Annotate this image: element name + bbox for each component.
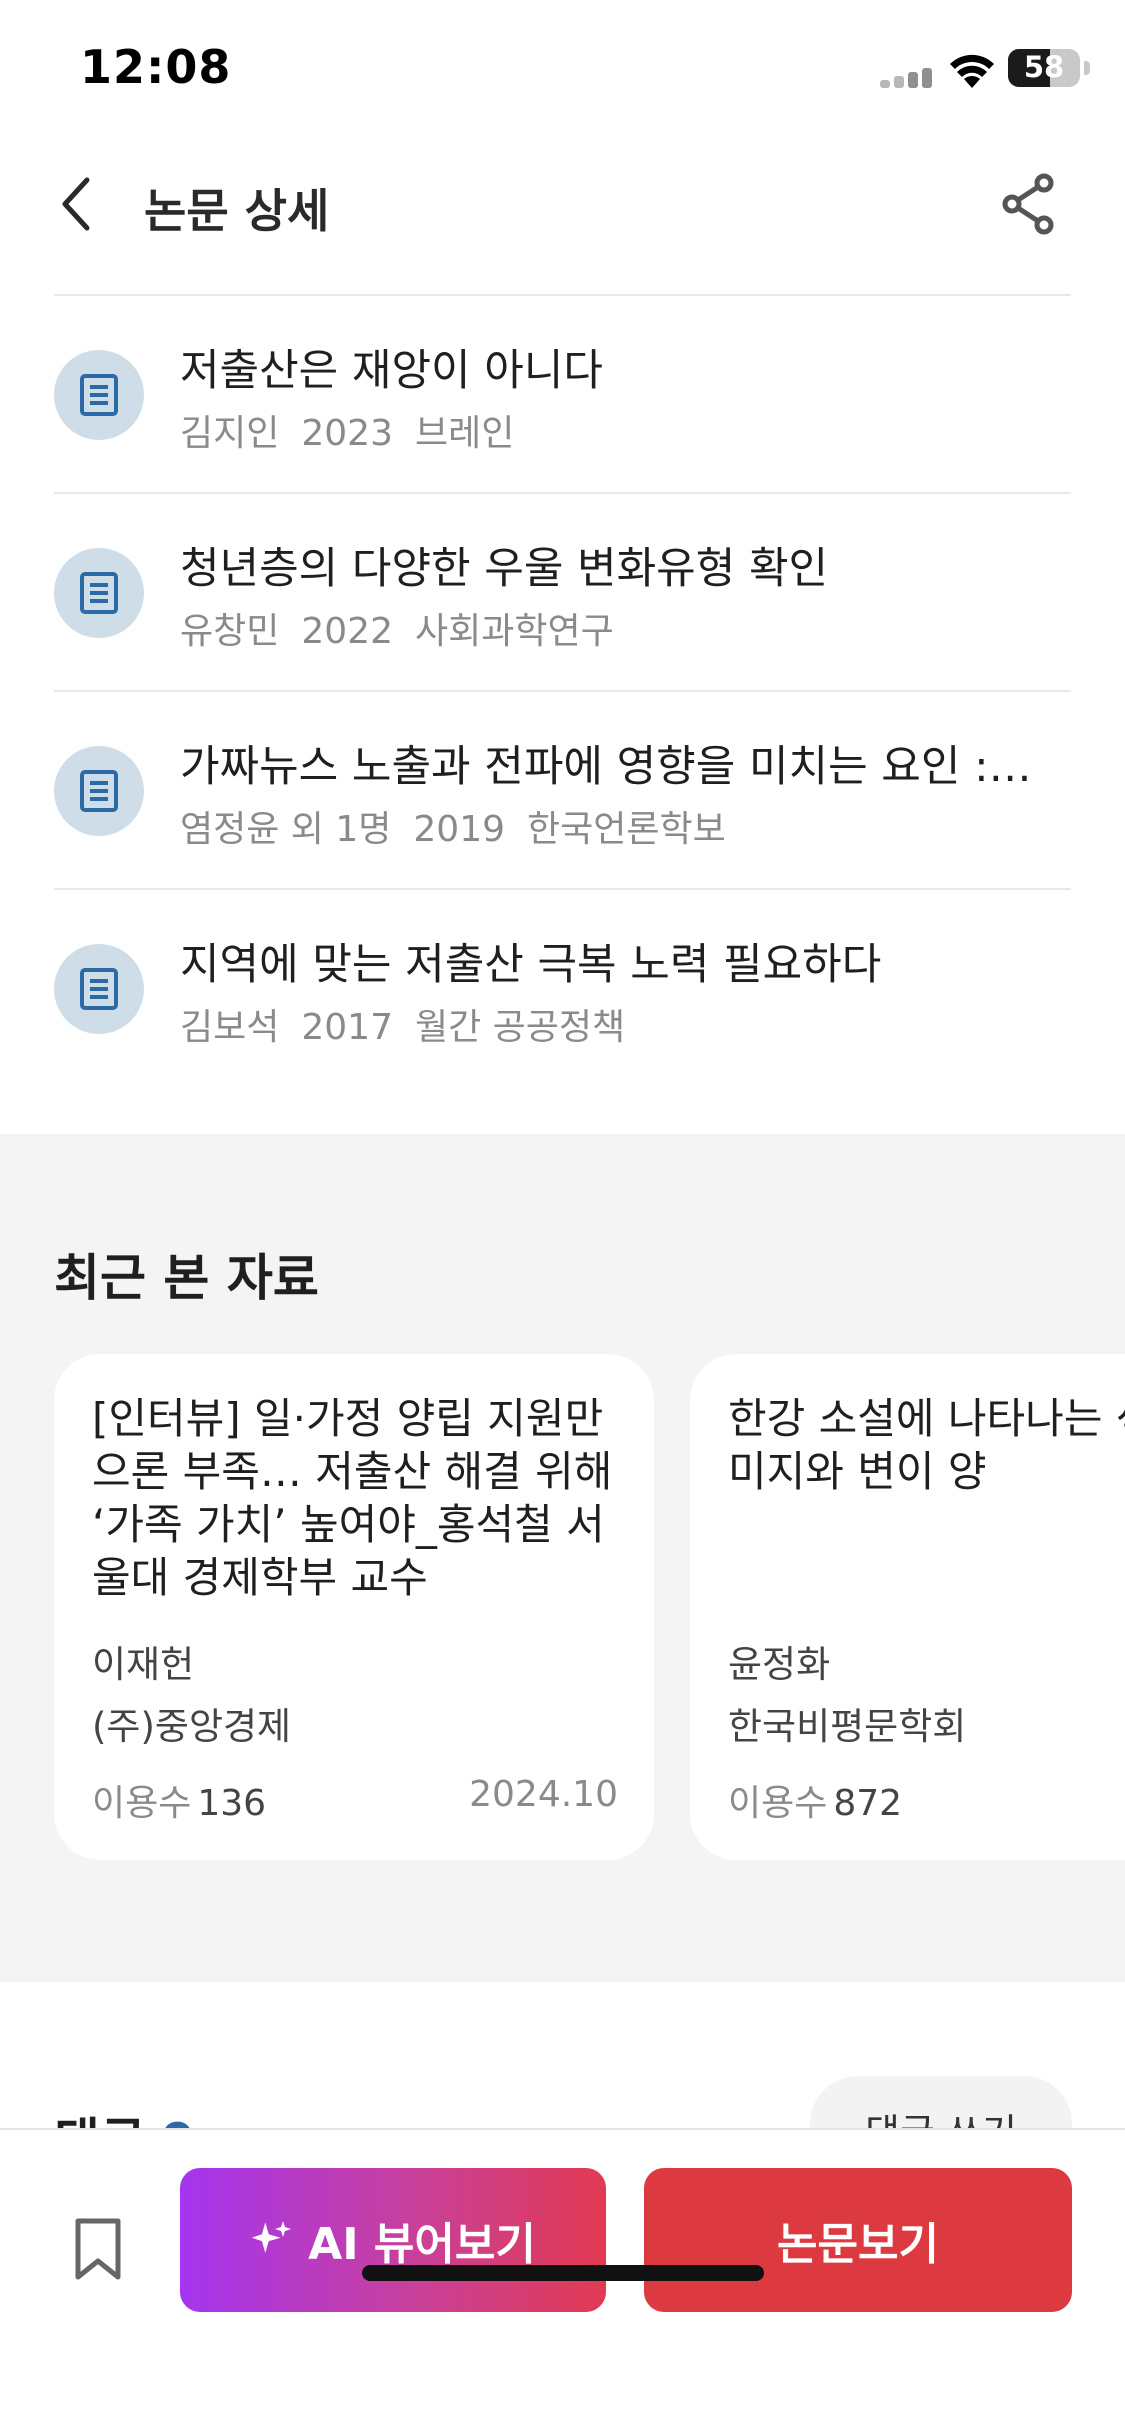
- bookmark-button[interactable]: [60, 2204, 136, 2294]
- related-meta: 김보석 2017 월간 공공정책: [180, 998, 647, 1050]
- card-title: [인터뷰] 일·가정 양립 지원만으론 부족… 저출산 해결 위해 ‘가족 가치…: [92, 1394, 613, 1602]
- related-publisher: 브레인: [415, 413, 515, 454]
- related-author: 김지인: [180, 413, 280, 454]
- write-comment-button[interactable]: 댓글 쓰기: [810, 2076, 1072, 2128]
- related-meta: 김지인 2023 브레인: [180, 404, 536, 456]
- home-indicator: [362, 2265, 764, 2281]
- related-publisher: 한국언론학보: [527, 809, 726, 850]
- battery-percent: 58: [1023, 50, 1065, 84]
- card-date: 2024.10: [469, 1774, 618, 1815]
- status-bar: 12:08 58: [0, 0, 1125, 135]
- related-publisher: 사회과학연구: [415, 611, 614, 652]
- status-time: 12:08: [80, 40, 232, 94]
- related-title: 지역에 맞는 저출산 극복 노력 필요하다: [180, 940, 882, 990]
- related-author: 유창민: [180, 611, 280, 652]
- back-button[interactable]: [44, 168, 108, 240]
- related-papers-list: 저출산은 재앙이 아니다 김지인 2023 브레인 청년층의 다양한 우울 변화유형…: [54, 294, 1071, 1088]
- comments-header: 댓글 0 댓글 쓰기: [0, 2074, 1125, 2128]
- card-usage: 이용수 872: [728, 1774, 902, 1826]
- related-year: 2022: [301, 611, 393, 652]
- related-year: 2017: [301, 1007, 393, 1048]
- card-publisher: (주)중앙경제: [92, 1705, 292, 1748]
- battery-icon: 58: [1008, 49, 1080, 87]
- related-publisher: 월간 공공정책: [415, 1007, 626, 1048]
- share-icon: [1002, 173, 1054, 235]
- share-button[interactable]: [994, 168, 1062, 240]
- document-icon: [54, 548, 144, 638]
- battery-tip: [1084, 61, 1090, 75]
- comments-title: 댓글 0: [54, 2102, 195, 2128]
- usage-count: 136: [197, 1783, 267, 1824]
- document-icon: [54, 944, 144, 1034]
- section-title: 최근 본 자료: [54, 1249, 319, 1307]
- document-icon: [54, 746, 144, 836]
- cellular-signal-icon: [880, 68, 934, 88]
- usage-label: 이용수: [728, 1783, 828, 1824]
- related-author: 김보석: [180, 1007, 280, 1048]
- list-item[interactable]: 청년층의 다양한 우울 변화유형 확인 유창민 2022 사회과학연구: [54, 494, 1071, 692]
- related-author: 염정윤 외 1명: [180, 809, 392, 850]
- related-meta: 염정윤 외 1명 2019 한국언론학보: [180, 800, 748, 852]
- related-title: 청년층의 다양한 우울 변화유형 확인: [180, 544, 829, 594]
- list-item[interactable]: 저출산은 재앙이 아니다 김지인 2023 브레인: [54, 296, 1071, 494]
- page-title: 논문 상세: [144, 184, 330, 238]
- card-author: 윤정화: [728, 1643, 831, 1686]
- usage-count: 872: [833, 1783, 903, 1824]
- ai-viewer-button[interactable]: AI 뷰어보기: [180, 2168, 606, 2312]
- card-publisher: 한국비평문학회: [728, 1705, 967, 1748]
- sparkle-icon: [250, 2219, 292, 2261]
- view-paper-button[interactable]: 논문보기: [644, 2168, 1072, 2312]
- chevron-left-icon: [62, 177, 90, 231]
- related-title: 저출산은 재앙이 아니다: [180, 346, 603, 396]
- comments-label: 댓글: [54, 2113, 146, 2128]
- usage-label: 이용수: [92, 1783, 192, 1824]
- card-title: 한강 소설에 나타나는 색채 이미지와 변이 양: [728, 1394, 1125, 1496]
- related-year: 2023: [301, 413, 393, 454]
- related-meta: 유창민 2022 사회과학연구: [180, 602, 636, 654]
- bottom-action-bar: AI 뷰어보기 논문보기: [0, 2128, 1125, 2436]
- related-year: 2019: [413, 809, 506, 850]
- list-item[interactable]: 지역에 맞는 저출산 극복 노력 필요하다 김보석 2017 월간 공공정책: [54, 890, 1071, 1088]
- list-item[interactable]: 가짜뉴스 노출과 전파에 영향을 미치는 요인 :… 염정윤 외 1명 2019 한…: [54, 692, 1071, 890]
- recent-card[interactable]: 한강 소설에 나타나는 색채 이미지와 변이 양 윤정화 한국비평문학회 이용수…: [690, 1354, 1125, 1860]
- recent-section: 최근 본 자료 [인터뷰] 일·가정 양립 지원만으론 부족… 저출산 해결 위…: [0, 1134, 1125, 1982]
- ai-viewer-label: AI 뷰어보기: [308, 2219, 536, 2270]
- recent-card[interactable]: [인터뷰] 일·가정 양립 지원만으론 부족… 저출산 해결 위해 ‘가족 가치…: [54, 1354, 654, 1860]
- document-icon: [54, 350, 144, 440]
- wifi-icon: [950, 54, 994, 88]
- app-header: 논문 상세: [0, 150, 1125, 260]
- related-title: 가짜뉴스 노출과 전파에 영향을 미치는 요인 :…: [180, 742, 1032, 792]
- comments-count: 0: [160, 2113, 195, 2128]
- bookmark-icon: [75, 2218, 121, 2280]
- card-author: 이재헌: [92, 1643, 195, 1686]
- card-usage: 이용수 136: [92, 1774, 266, 1826]
